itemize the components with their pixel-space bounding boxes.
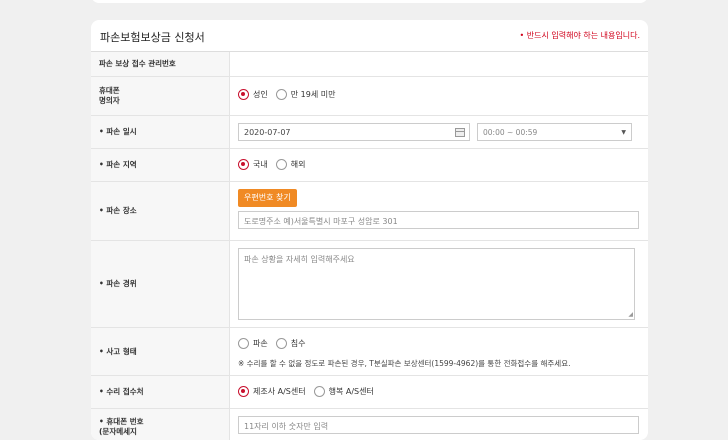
label-receipt-number: 파손 보상 접수 관리번호 [91,52,230,76]
repair-option-manufacturer-label: 제조사 A/S센터 [253,387,306,396]
owner-option-minor-label: 만 19세 미만 [290,90,336,99]
row-damage-date: • 파손 일시 2020-07-07 00:00 ~ 00:59 ▼ [91,116,648,149]
row-repair-center: • 수리 접수처 제조사 A/S센터 행복 A/S센터 [91,376,648,409]
date-input[interactable]: 2020-07-07 [238,123,470,141]
label-owner: 휴대폰 명의자 [91,77,230,115]
radio-unchecked-icon[interactable] [275,89,287,100]
region-option-overseas-label: 해외 [290,160,306,169]
details-textarea[interactable]: 파손 상황을 자세히 입력해주세요 ◢ [238,248,635,320]
label-damage-details: • 파손 경위 [91,241,230,327]
radio-checked-icon[interactable] [238,89,249,100]
label-owner-line1: 휴대폰 [99,86,120,95]
receipt-number-value [230,52,648,76]
zip-search-button[interactable]: 우편번호 찾기 [238,189,297,207]
region-option-domestic[interactable]: 국내 [238,159,268,170]
accident-notice: ※ 수리를 할 수 없을 정도로 파손된 경우, T분실파손 보상센터(1599… [238,359,571,368]
radio-unchecked-icon[interactable] [238,338,249,349]
owner-option-adult-label: 성인 [253,90,268,99]
label-damage-date: • 파손 일시 [91,116,230,148]
phone-input[interactable]: 11자리 이하 숫자만 입력 [238,416,639,434]
label-repair-center: • 수리 접수처 [91,376,230,408]
calendar-icon[interactable] [455,128,465,137]
repair-option-happy-label: 행복 A/S센터 [328,387,374,396]
claim-form-card: 파손보험보상금 신청서 • 반드시 입력해야 하는 내용입니다. 파손 보상 접… [91,20,648,440]
label-owner-line2: 명의자 [99,96,120,105]
repair-option-manufacturer[interactable]: 제조사 A/S센터 [238,386,306,397]
region-option-overseas[interactable]: 해외 [275,159,306,170]
form-header: 파손보험보상금 신청서 • 반드시 입력해야 하는 내용입니다. [91,20,648,52]
accident-option-damage-label: 파손 [253,339,268,348]
radio-checked-icon[interactable] [238,159,249,170]
radio-unchecked-icon[interactable] [313,386,325,397]
row-damage-place: • 파손 장소 우편번호 찾기 도로명주소 예)서울특별시 마포구 성암로 30… [91,182,648,241]
previous-section-card [91,0,648,3]
row-accident-type: • 사고 형태 파손 침수 ※ 수리를 할 수 없을 정도로 파손된 경우, T… [91,328,648,376]
radio-checked-icon[interactable] [238,386,249,397]
label-damage-place: • 파손 장소 [91,182,230,240]
owner-option-adult[interactable]: 성인 [238,89,268,100]
label-damage-region: • 파손 지역 [91,149,230,181]
time-select[interactable]: 00:00 ~ 00:59 ▼ [477,123,632,141]
time-value: 00:00 ~ 00:59 [483,128,538,137]
chevron-down-icon: ▼ [621,129,626,136]
radio-unchecked-icon[interactable] [275,338,287,349]
accident-option-flood-label: 침수 [290,339,306,348]
row-damage-details: • 파손 경위 파손 상황을 자세히 입력해주세요 ◢ [91,241,648,328]
row-owner: 휴대폰 명의자 성인 만 19세 미만 [91,77,648,116]
owner-radio-group: 성인 만 19세 미만 [238,89,343,100]
details-placeholder: 파손 상황을 자세히 입력해주세요 [244,255,355,264]
required-note: • 반드시 입력해야 하는 내용입니다. [519,31,640,40]
label-phone-line1: • 휴대폰 번호 [99,417,144,426]
accident-option-flood[interactable]: 침수 [275,338,306,349]
row-receipt-number: 파손 보상 접수 관리번호 [91,52,648,77]
accident-type-radio-group: 파손 침수 [238,338,313,349]
label-phone-line2: (문자메세지 [99,427,137,436]
region-radio-group: 국내 해외 [238,159,313,170]
label-accident-type: • 사고 형태 [91,328,230,375]
region-option-domestic-label: 국내 [253,160,268,169]
repair-center-radio-group: 제조사 A/S센터 행복 A/S센터 [238,386,382,397]
row-damage-region: • 파손 지역 국내 해외 [91,149,648,182]
accident-option-damage[interactable]: 파손 [238,338,268,349]
date-value: 2020-07-07 [244,128,291,137]
resize-handle-icon[interactable]: ◢ [628,312,633,318]
address-input[interactable]: 도로명주소 예)서울특별시 마포구 성암로 301 [238,211,639,229]
repair-option-happy[interactable]: 행복 A/S센터 [313,386,374,397]
owner-option-minor[interactable]: 만 19세 미만 [275,89,336,100]
radio-unchecked-icon[interactable] [275,159,287,170]
form-title: 파손보험보상금 신청서 [100,31,205,44]
